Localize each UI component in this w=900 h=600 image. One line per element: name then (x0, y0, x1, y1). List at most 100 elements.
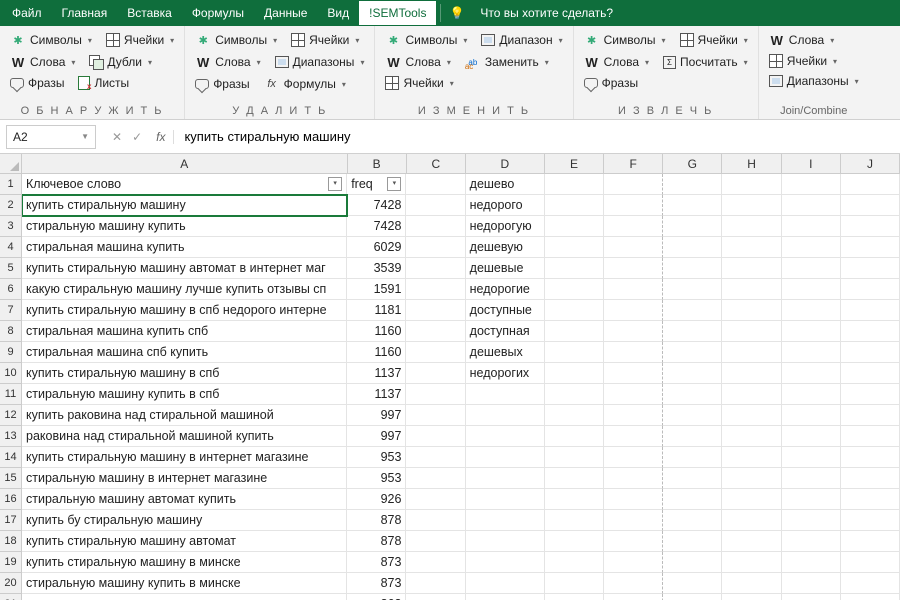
cell-B10[interactable]: 1137 (347, 363, 406, 384)
cell-H3[interactable] (722, 216, 781, 237)
cell-A14[interactable]: купить стиральную машину в интернет мага… (22, 447, 347, 468)
ribbon-посчитать-button[interactable]: Посчитать▾ (661, 52, 750, 72)
cell-E3[interactable] (545, 216, 604, 237)
cell-I14[interactable] (782, 447, 841, 468)
col-header-G[interactable]: G (663, 154, 722, 174)
cell-G17[interactable] (663, 510, 722, 531)
cell-H11[interactable] (722, 384, 781, 405)
cell-E9[interactable] (545, 342, 604, 363)
cell-H9[interactable] (722, 342, 781, 363)
cell-D8[interactable]: доступная (466, 321, 545, 342)
ribbon-ячейки-button[interactable]: Ячейки▾ (383, 74, 455, 92)
cell-J16[interactable] (841, 489, 900, 510)
cell-G2[interactable] (663, 195, 722, 216)
cell-G20[interactable] (663, 573, 722, 594)
cell-D1[interactable]: дешево (466, 174, 545, 195)
cell-B17[interactable]: 878 (347, 510, 406, 531)
cell-E12[interactable] (545, 405, 604, 426)
cell-H1[interactable] (722, 174, 781, 195)
cell-J7[interactable] (841, 300, 900, 321)
cell-J2[interactable] (841, 195, 900, 216)
cell-D16[interactable] (466, 489, 545, 510)
cell-C2[interactable] (406, 195, 465, 216)
cell-H7[interactable] (722, 300, 781, 321)
cell-B15[interactable]: 953 (347, 468, 406, 489)
cell-C6[interactable] (406, 279, 465, 300)
cell-A19[interactable]: купить стиральную машину в минске (22, 552, 347, 573)
cell-J1[interactable] (841, 174, 900, 195)
cell-A15[interactable]: стиральную машину в интернет магазине (22, 468, 347, 489)
cell-I6[interactable] (782, 279, 841, 300)
cell-I9[interactable] (782, 342, 841, 363)
cell-G11[interactable] (663, 384, 722, 405)
cell-J17[interactable] (841, 510, 900, 531)
cell-G1[interactable] (663, 174, 722, 195)
cell-I10[interactable] (782, 363, 841, 384)
cell-C21[interactable] (406, 594, 465, 600)
cell-G19[interactable] (663, 552, 722, 573)
ribbon-ячейки-button[interactable]: Ячейки▾ (767, 52, 839, 70)
ribbon-слова-button[interactable]: WСлова▾ (8, 52, 77, 72)
cell-F19[interactable] (604, 552, 663, 573)
cell-F5[interactable] (604, 258, 663, 279)
cells-area[interactable]: Ключевое слово▾freq▾дешевокупить стираль… (22, 174, 900, 600)
cell-H8[interactable] (722, 321, 781, 342)
cell-I3[interactable] (782, 216, 841, 237)
cell-F7[interactable] (604, 300, 663, 321)
cell-A17[interactable]: купить бу стиральную машину (22, 510, 347, 531)
cell-E11[interactable] (545, 384, 604, 405)
cell-H6[interactable] (722, 279, 781, 300)
col-header-I[interactable]: I (782, 154, 841, 174)
cell-E8[interactable] (545, 321, 604, 342)
cell-I4[interactable] (782, 237, 841, 258)
cell-E14[interactable] (545, 447, 604, 468)
formula-input[interactable] (180, 125, 900, 148)
cell-B18[interactable]: 878 (347, 531, 406, 552)
row-header-15[interactable]: 15 (0, 468, 22, 489)
cell-I19[interactable] (782, 552, 841, 573)
cell-E21[interactable] (545, 594, 604, 600)
cell-D4[interactable]: дешевую (466, 237, 545, 258)
cell-A5[interactable]: купить стиральную машину автомат в интер… (22, 258, 347, 279)
cell-H13[interactable] (722, 426, 781, 447)
cell-G18[interactable] (663, 531, 722, 552)
cell-C3[interactable] (406, 216, 465, 237)
cell-H18[interactable] (722, 531, 781, 552)
cell-D17[interactable] (466, 510, 545, 531)
cell-F14[interactable] (604, 447, 663, 468)
cell-F16[interactable] (604, 489, 663, 510)
row-header-19[interactable]: 19 (0, 552, 22, 573)
cell-C20[interactable] (406, 573, 465, 594)
row-header-14[interactable]: 14 (0, 447, 22, 468)
cell-H14[interactable] (722, 447, 781, 468)
cell-E7[interactable] (545, 300, 604, 321)
cell-H5[interactable] (722, 258, 781, 279)
row-header-4[interactable]: 4 (0, 237, 22, 258)
cell-J5[interactable] (841, 258, 900, 279)
cell-C1[interactable] (406, 174, 465, 195)
ribbon-дубли-button[interactable]: Дубли▾ (87, 52, 154, 72)
cell-F2[interactable] (604, 195, 663, 216)
cell-B20[interactable]: 873 (347, 573, 406, 594)
ribbon-фразы-button[interactable]: Фразы (193, 74, 251, 94)
cell-I17[interactable] (782, 510, 841, 531)
col-header-C[interactable]: C (407, 154, 466, 174)
cell-A12[interactable]: купить раковина над стиральной машиной (22, 405, 347, 426)
ribbon-слова-button[interactable]: WСлова▾ (193, 52, 262, 72)
cell-B8[interactable]: 1160 (347, 321, 406, 342)
cell-E4[interactable] (545, 237, 604, 258)
cell-I21[interactable] (782, 594, 841, 600)
filter-button[interactable]: ▾ (328, 177, 342, 191)
cell-E20[interactable] (545, 573, 604, 594)
cell-C14[interactable] (406, 447, 465, 468)
cell-I5[interactable] (782, 258, 841, 279)
formula-cancel-button[interactable]: ✕ (112, 130, 122, 144)
cell-E19[interactable] (545, 552, 604, 573)
cell-B4[interactable]: 6029 (347, 237, 406, 258)
cell-D6[interactable]: недорогие (466, 279, 545, 300)
cell-B21[interactable]: 862 (347, 594, 406, 600)
cell-C12[interactable] (406, 405, 465, 426)
cell-A18[interactable]: купить стиральную машину автомат (22, 531, 347, 552)
fx-label[interactable]: fx (152, 130, 174, 144)
col-header-F[interactable]: F (604, 154, 663, 174)
